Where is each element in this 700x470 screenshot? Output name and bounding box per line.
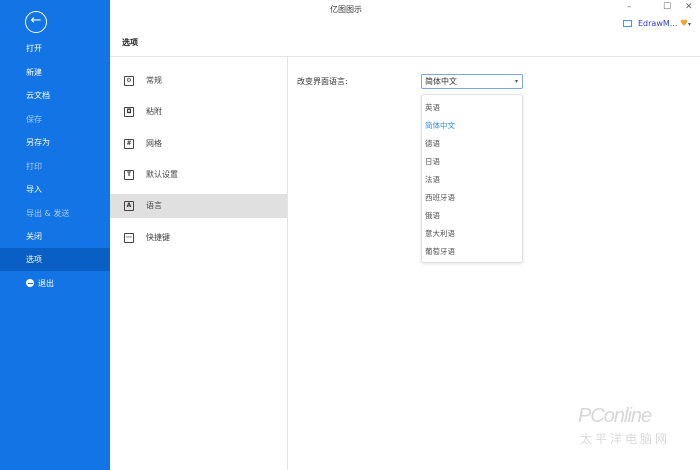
window-title: 亿图图示 [330,5,362,14]
sidebar-item-close[interactable]: 关闭 [0,225,110,248]
options-item-label: 常规 [146,76,162,85]
options-item-label: 默认设置 [146,170,178,179]
watermark-logo: PConline [578,405,652,427]
options-item-label: 语言 [146,201,162,210]
message-icon[interactable] [623,20,632,27]
options-item-label: 快捷键 [146,233,170,242]
language-select[interactable]: 简体中文 ▾ [421,74,523,89]
minimize-button[interactable]: – [627,2,632,12]
sidebar-item-import[interactable]: 导入 [0,178,110,201]
options-item-general[interactable]: ⚙ 常规 [110,69,287,93]
sidebar: ← 打开 新建 云文档 保存 另存为 打印 导入 导出 & 发送 关闭 选项 退… [0,0,110,470]
options-item-label: 粘附 [146,107,162,116]
gear-doc-icon: ⚙ [124,76,134,86]
options-item-defaults[interactable]: T 默认设置 [110,163,287,187]
keyboard-icon: ⋯ [124,233,134,243]
sidebar-item-export[interactable]: 导出 & 发送 [0,202,110,225]
language-option[interactable]: 俄语 [425,210,440,221]
language-option[interactable]: 意大利语 [425,228,455,239]
user-name: EdrawM... [638,19,678,28]
language-option[interactable]: 法语 [425,174,440,185]
watermark-text: 太平洋电脑网 [580,432,671,446]
language-dropdown-list: 英语 简体中文 德语 日语 法语 西班牙语 俄语 意大利语 葡萄牙语 [421,94,523,263]
options-item-snap[interactable]: ◘ 粘附 [110,100,287,124]
sidebar-item-exit[interactable]: 退出 [0,272,110,295]
exit-icon [26,279,34,287]
language-option[interactable]: 日语 [425,156,440,167]
user-dropdown-icon[interactable]: ▾ [688,21,691,28]
snap-icon: ◘ [124,107,134,117]
options-menu: ⚙ 常规 ◘ 粘附 # 网格 T 默认设置 A 语言 ⋯ 快捷键 [110,57,288,470]
sidebar-item-save-as[interactable]: 另存为 [0,131,110,154]
sidebar-item-new[interactable]: 新建 [0,61,110,84]
maximize-button[interactable]: ☐ [663,2,671,12]
sidebar-item-options[interactable]: 选项 [0,248,110,271]
language-option[interactable]: 英语 [425,102,440,113]
back-button[interactable]: ← [25,11,47,33]
user-menu[interactable]: EdrawM... ♥▾ [623,19,691,29]
language-select-value: 简体中文 [425,77,457,86]
options-item-grid[interactable]: # 网格 [110,132,287,156]
grid-icon: # [124,139,134,149]
sidebar-item-save[interactable]: 保存 [0,108,110,131]
options-item-shortcuts[interactable]: ⋯ 快捷键 [110,226,287,250]
options-item-language[interactable]: A 语言 [110,194,287,218]
language-label: 改变界面语言: [297,77,348,86]
language-option[interactable]: 简体中文 [425,120,455,131]
text-icon: T [124,170,134,180]
vip-icon: ♥ [679,19,689,29]
page-title: 选项 [122,38,138,47]
sidebar-item-print[interactable]: 打印 [0,155,110,178]
sidebar-item-open[interactable]: 打开 [0,37,110,60]
language-icon: A [124,201,134,211]
close-button[interactable]: ✕ [685,2,693,12]
language-option[interactable]: 葡萄牙语 [425,246,455,257]
exit-label: 退出 [38,279,54,288]
header [110,0,700,57]
chevron-down-icon: ▾ [514,78,518,85]
sidebar-item-cloud[interactable]: 云文档 [0,84,110,107]
language-option[interactable]: 德语 [425,138,440,149]
language-option[interactable]: 西班牙语 [425,192,455,203]
options-item-label: 网格 [146,139,162,148]
